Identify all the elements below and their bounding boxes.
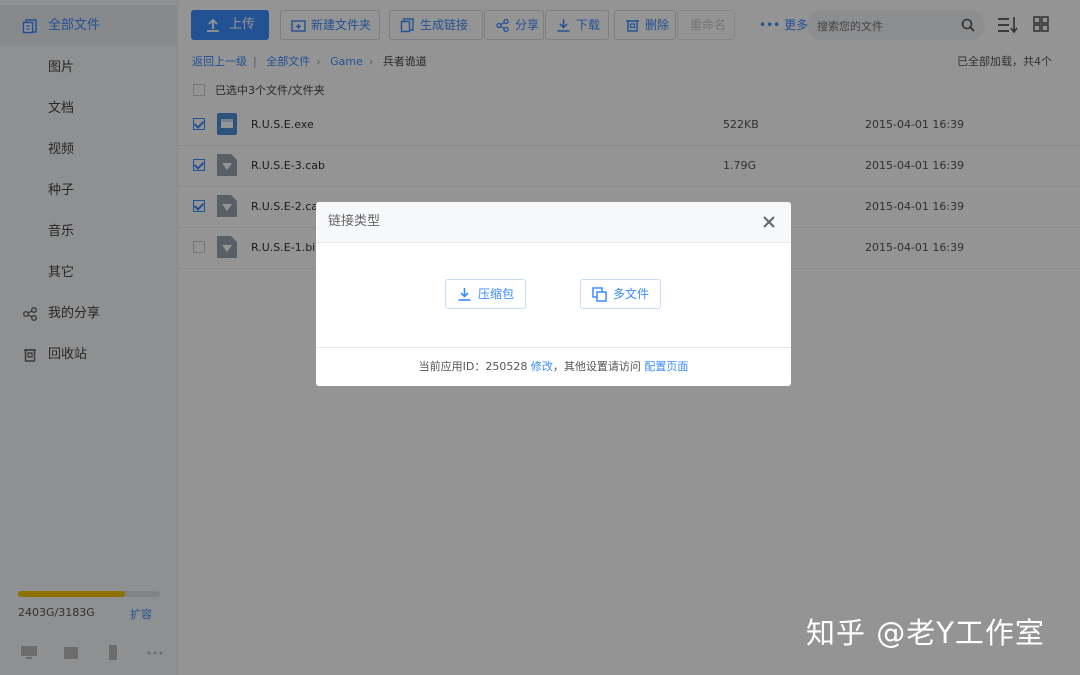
dialog-header: 链接类型: [316, 202, 791, 243]
close-icon[interactable]: [761, 214, 777, 230]
multi-file-button[interactable]: 多文件: [580, 279, 661, 309]
multi-file-label: 多文件: [613, 287, 650, 301]
watermark-text: 知乎 @老Y工作室: [806, 616, 1045, 650]
footer-middle-text: ，其他设置请访问: [552, 360, 641, 373]
zip-package-label: 压缩包: [478, 287, 515, 301]
download-icon: [457, 287, 472, 302]
zip-package-button[interactable]: 压缩包: [445, 279, 526, 309]
multi-file-icon: [592, 287, 607, 302]
link-type-dialog: 链接类型 压缩包 多文件 当前应用ID：250528 修改，其他设置请访问 配置…: [316, 202, 791, 386]
app-id-text: 当前应用ID：250528: [418, 360, 528, 373]
dialog-footer: 当前应用ID：250528 修改，其他设置请访问 配置页面: [316, 347, 791, 387]
modify-link[interactable]: 修改: [531, 360, 553, 373]
config-page-link[interactable]: 配置页面: [644, 360, 688, 373]
dialog-title: 链接类型: [328, 214, 381, 229]
